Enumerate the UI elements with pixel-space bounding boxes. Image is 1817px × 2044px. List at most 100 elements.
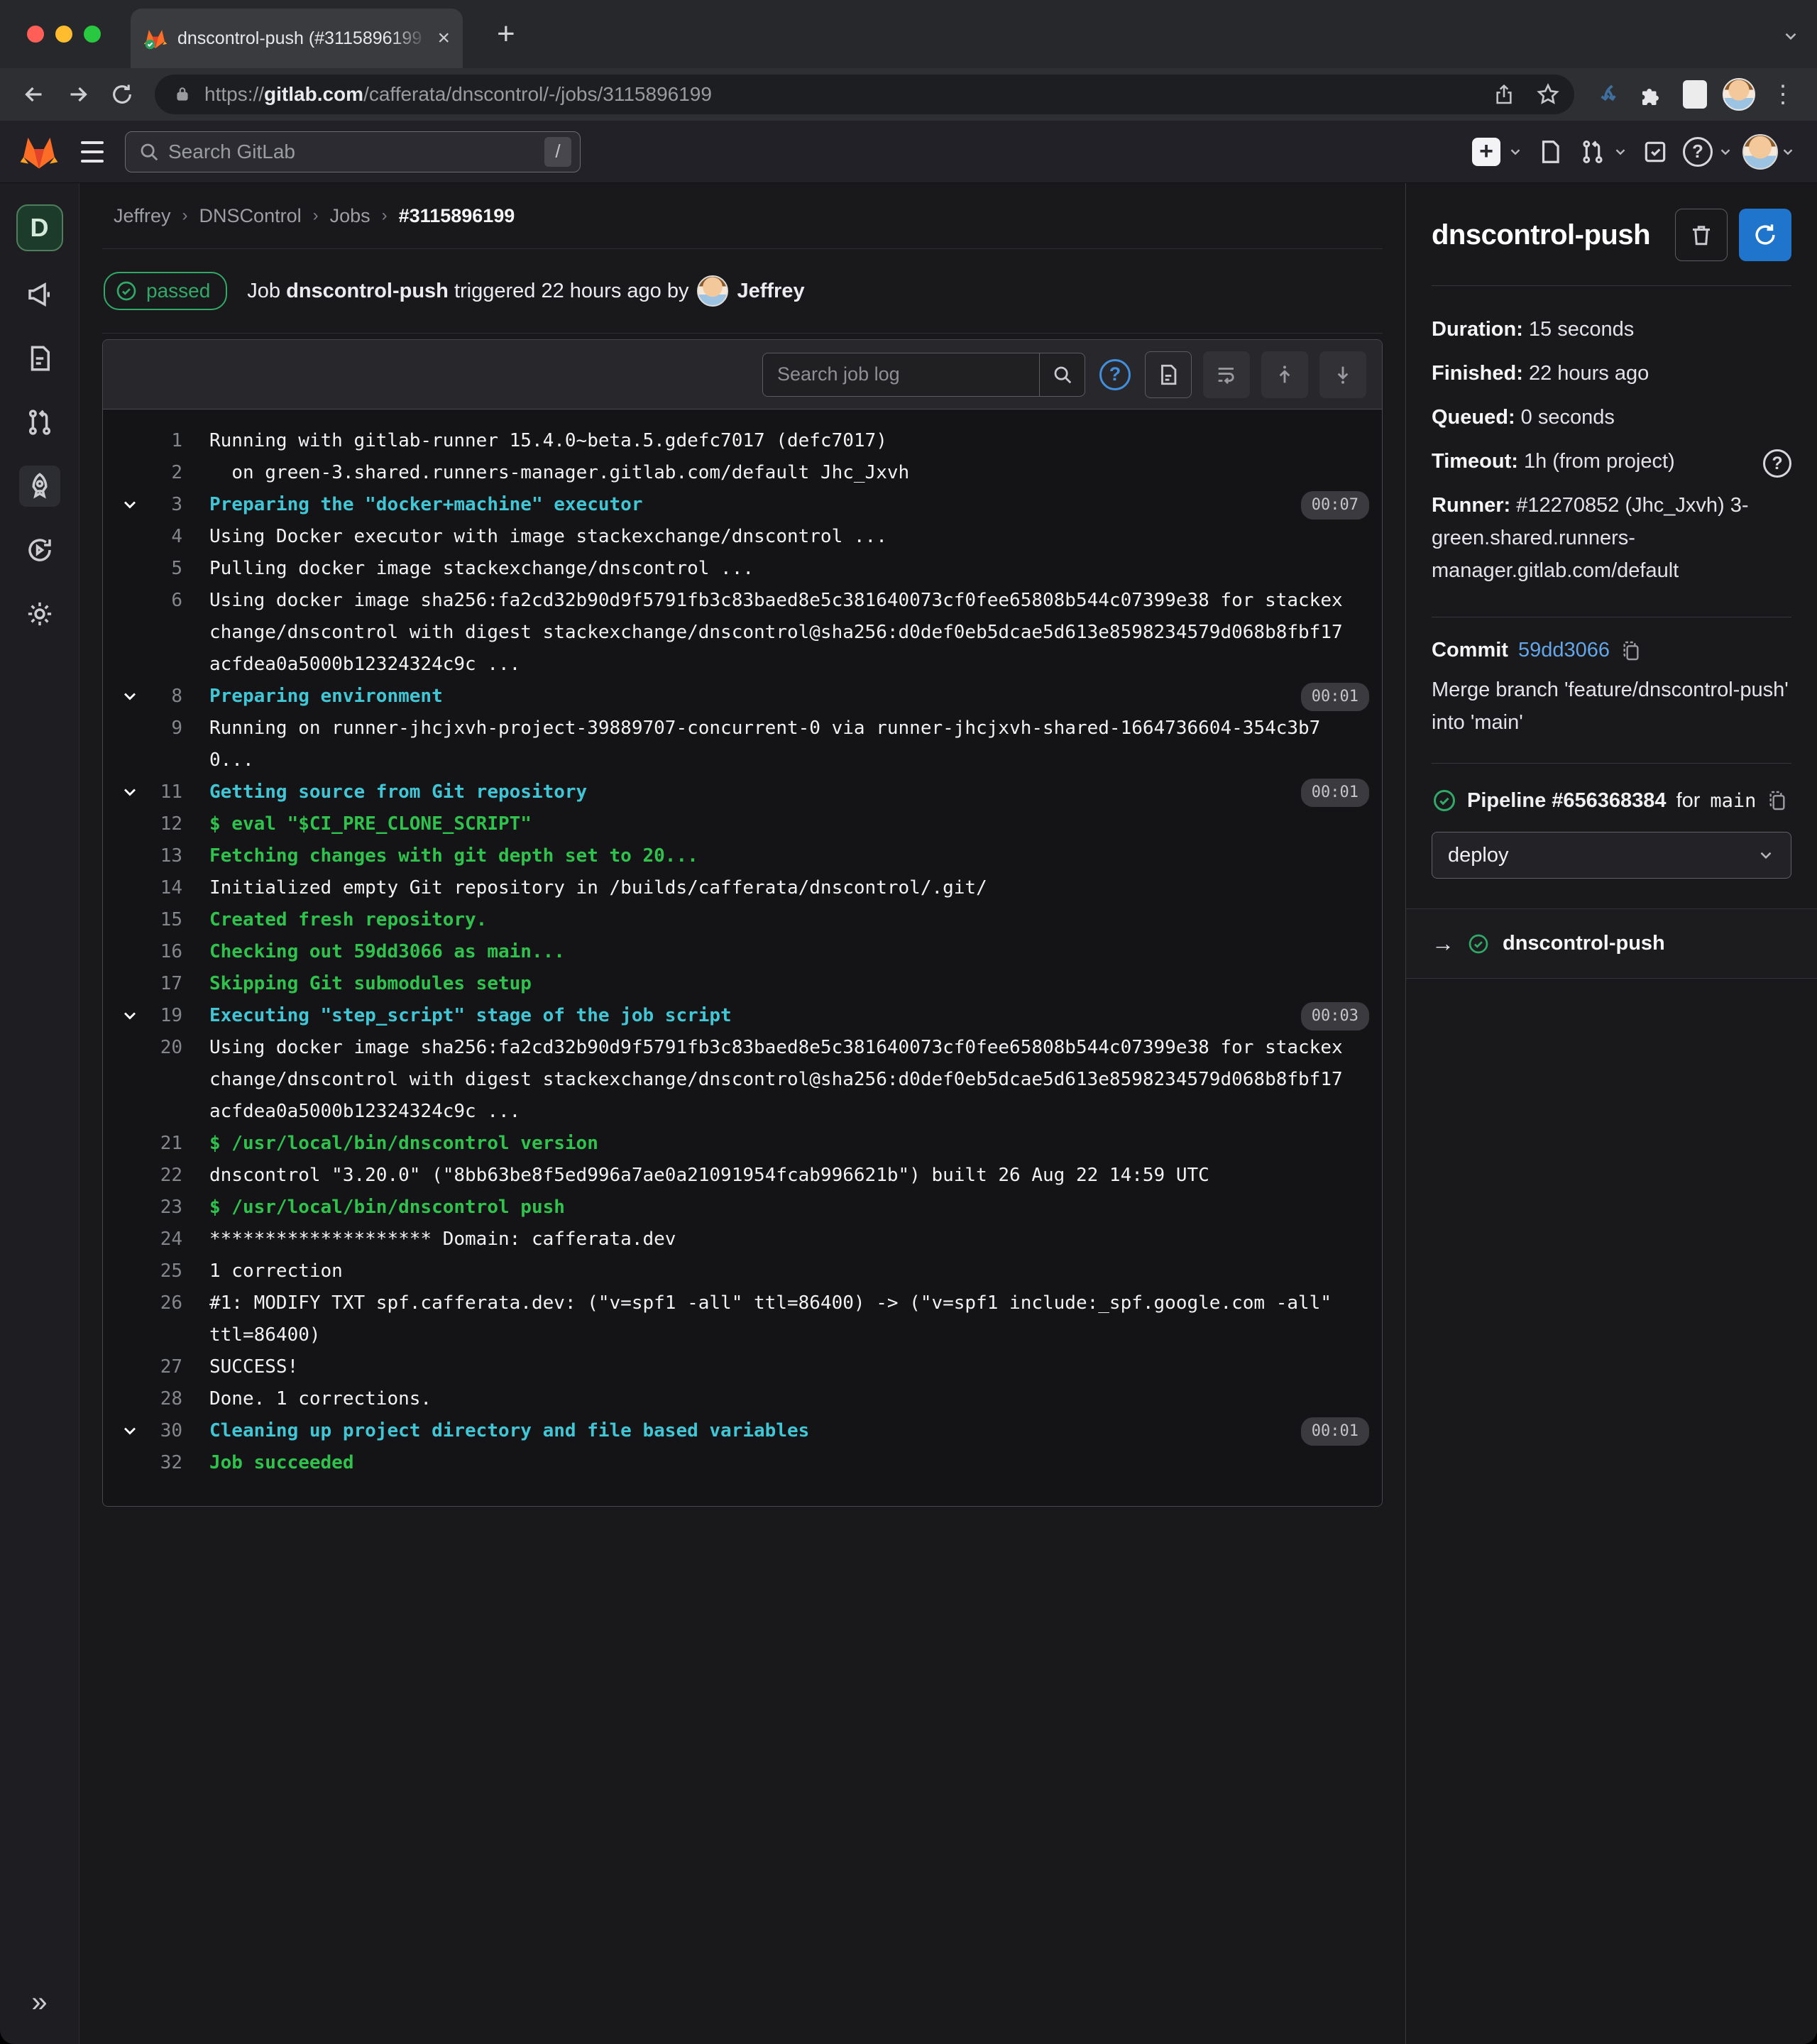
gitlab-main: D » Jeffrey › DNSControl › Jobs › #31158…: [0, 183, 1817, 2044]
address-bar[interactable]: https://gitlab.com/cafferata/dnscontrol/…: [155, 75, 1574, 114]
log-line-number[interactable]: 21: [103, 1128, 182, 1160]
log-line-number[interactable]: 16: [103, 936, 182, 968]
log-line-number[interactable]: 32: [103, 1447, 182, 1479]
project-avatar[interactable]: D: [16, 204, 63, 251]
log-line-number[interactable]: 23: [103, 1192, 182, 1224]
deployments-icon[interactable]: [19, 529, 60, 571]
back-button[interactable]: [16, 76, 53, 113]
repository-icon[interactable]: [19, 338, 60, 379]
job-log-search-input[interactable]: Search job log: [762, 352, 1085, 397]
bookmark-star-icon[interactable]: [1532, 78, 1564, 111]
log-search-help-icon[interactable]: ?: [1099, 358, 1131, 390]
hamburger-menu-icon[interactable]: [78, 138, 106, 165]
status-badge[interactable]: passed: [104, 272, 228, 310]
cicd-rocket-icon[interactable]: [18, 466, 60, 507]
job-page-content: Jeffrey › DNSControl › Jobs › #311589619…: [79, 183, 1405, 2044]
log-line-number[interactable]: 27: [103, 1351, 182, 1383]
new-tab-button[interactable]: +: [497, 18, 515, 50]
close-window-button[interactable]: [27, 26, 44, 43]
log-line-number[interactable]: 13: [103, 840, 182, 872]
log-line-number[interactable]: 30: [103, 1415, 182, 1447]
wrap-lines-button[interactable]: [1203, 351, 1250, 398]
extension-arrows-icon[interactable]: [1588, 76, 1625, 113]
sidebar-job-list-item[interactable]: → dnscontrol-push: [1406, 908, 1817, 979]
browser-menu-icon[interactable]: ⋮: [1764, 76, 1801, 113]
user-menu-chevron-icon[interactable]: [1777, 133, 1799, 170]
log-line-number[interactable]: 20: [103, 1032, 182, 1064]
log-line: 25 1 correction: [103, 1255, 1382, 1287]
expand-sidebar-icon[interactable]: »: [31, 1987, 47, 2018]
log-line-number[interactable]: 17: [103, 968, 182, 1000]
minimize-window-button[interactable]: [55, 26, 72, 43]
issues-icon[interactable]: [1532, 133, 1569, 170]
log-line-number[interactable]: 25: [103, 1255, 182, 1287]
user-avatar[interactable]: [1742, 133, 1779, 170]
show-raw-log-button[interactable]: [1145, 351, 1192, 398]
commit-label: Commit: [1432, 639, 1508, 661]
forward-button[interactable]: [60, 76, 97, 113]
log-line-number[interactable]: 12: [103, 808, 182, 840]
copy-commit-sha-icon[interactable]: [1620, 639, 1642, 662]
merge-requests-icon[interactable]: [1574, 133, 1611, 170]
log-line-number[interactable]: 22: [103, 1160, 182, 1192]
trigger-user-name[interactable]: Jeffrey: [737, 280, 804, 303]
commit-sha-link[interactable]: 59dd3066: [1518, 639, 1610, 662]
tab-close-icon[interactable]: ×: [437, 28, 450, 49]
log-line-number[interactable]: 11: [103, 776, 182, 808]
extensions-puzzle-icon[interactable]: [1632, 76, 1669, 113]
breadcrumb-jobs[interactable]: Jobs: [330, 205, 370, 227]
reload-button[interactable]: [104, 76, 141, 113]
share-icon[interactable]: [1488, 78, 1520, 111]
gitlab-logo[interactable]: [18, 133, 60, 171]
todo-list-icon[interactable]: [1637, 133, 1674, 170]
log-line-number[interactable]: 14: [103, 872, 182, 904]
log-line-number[interactable]: 6: [103, 585, 182, 617]
log-line-number[interactable]: 2: [103, 457, 182, 489]
log-line-number[interactable]: 4: [103, 521, 182, 553]
mr-chevron-icon[interactable]: [1610, 133, 1631, 170]
log-line-number[interactable]: 24: [103, 1224, 182, 1255]
breadcrumb-project-owner[interactable]: Jeffrey: [114, 205, 171, 227]
tab-search-chevron-icon[interactable]: [1782, 27, 1800, 45]
global-search-input[interactable]: Search GitLab /: [125, 131, 581, 172]
scroll-to-top-button[interactable]: [1261, 351, 1308, 398]
log-line: 9 Running on runner-jhcjxvh-project-39889…: [103, 713, 1382, 776]
related-job-link[interactable]: dnscontrol-push: [1503, 932, 1665, 955]
log-line-number[interactable]: 3: [103, 489, 182, 521]
log-line: 17 Skipping Git submodules setup: [103, 968, 1382, 1000]
breadcrumb-project[interactable]: DNSControl: [199, 205, 302, 227]
trigger-user-avatar[interactable]: [697, 275, 729, 307]
browser-profile-avatar[interactable]: [1720, 76, 1757, 113]
log-line-text: Cleaning up project directory and file b…: [209, 1420, 810, 1441]
log-line-text: Using Docker executor with image stackex…: [209, 526, 887, 547]
retry-job-button[interactable]: [1739, 209, 1791, 261]
log-line-number[interactable]: 26: [103, 1287, 182, 1319]
log-line-number[interactable]: 5: [103, 553, 182, 585]
macos-traffic-lights[interactable]: [27, 26, 101, 43]
pipeline-ref[interactable]: main: [1710, 790, 1756, 812]
log-line-number[interactable]: 28: [103, 1383, 182, 1415]
help-icon[interactable]: ?: [1679, 133, 1716, 170]
job-log-search-button[interactable]: [1039, 353, 1085, 396]
pipeline-id-link[interactable]: #656368384: [1552, 789, 1666, 812]
log-line-number[interactable]: 19: [103, 1000, 182, 1032]
browser-tab[interactable]: dnscontrol-push (#3115896199 ×: [131, 9, 463, 68]
new-menu-chevron-icon[interactable]: [1505, 133, 1526, 170]
divider: [1432, 763, 1791, 764]
copy-ref-icon[interactable]: [1766, 789, 1789, 812]
log-line-number[interactable]: 1: [103, 425, 182, 457]
erase-job-log-button[interactable]: [1675, 209, 1728, 261]
stage-select-dropdown[interactable]: deploy: [1432, 832, 1791, 879]
scroll-to-bottom-button[interactable]: [1319, 351, 1366, 398]
maximize-window-button[interactable]: [84, 26, 101, 43]
log-line-number[interactable]: 9: [103, 713, 182, 744]
extension-square-icon[interactable]: [1676, 76, 1713, 113]
timeout-help-icon[interactable]: ?: [1763, 449, 1791, 478]
new-menu-button[interactable]: +: [1468, 133, 1505, 170]
merge-requests-rail-icon[interactable]: [19, 402, 60, 443]
settings-gear-icon[interactable]: [19, 593, 60, 634]
project-information-icon[interactable]: [19, 274, 60, 315]
help-chevron-icon[interactable]: [1715, 133, 1736, 170]
log-line-number[interactable]: 15: [103, 904, 182, 936]
log-line-number[interactable]: 8: [103, 681, 182, 713]
